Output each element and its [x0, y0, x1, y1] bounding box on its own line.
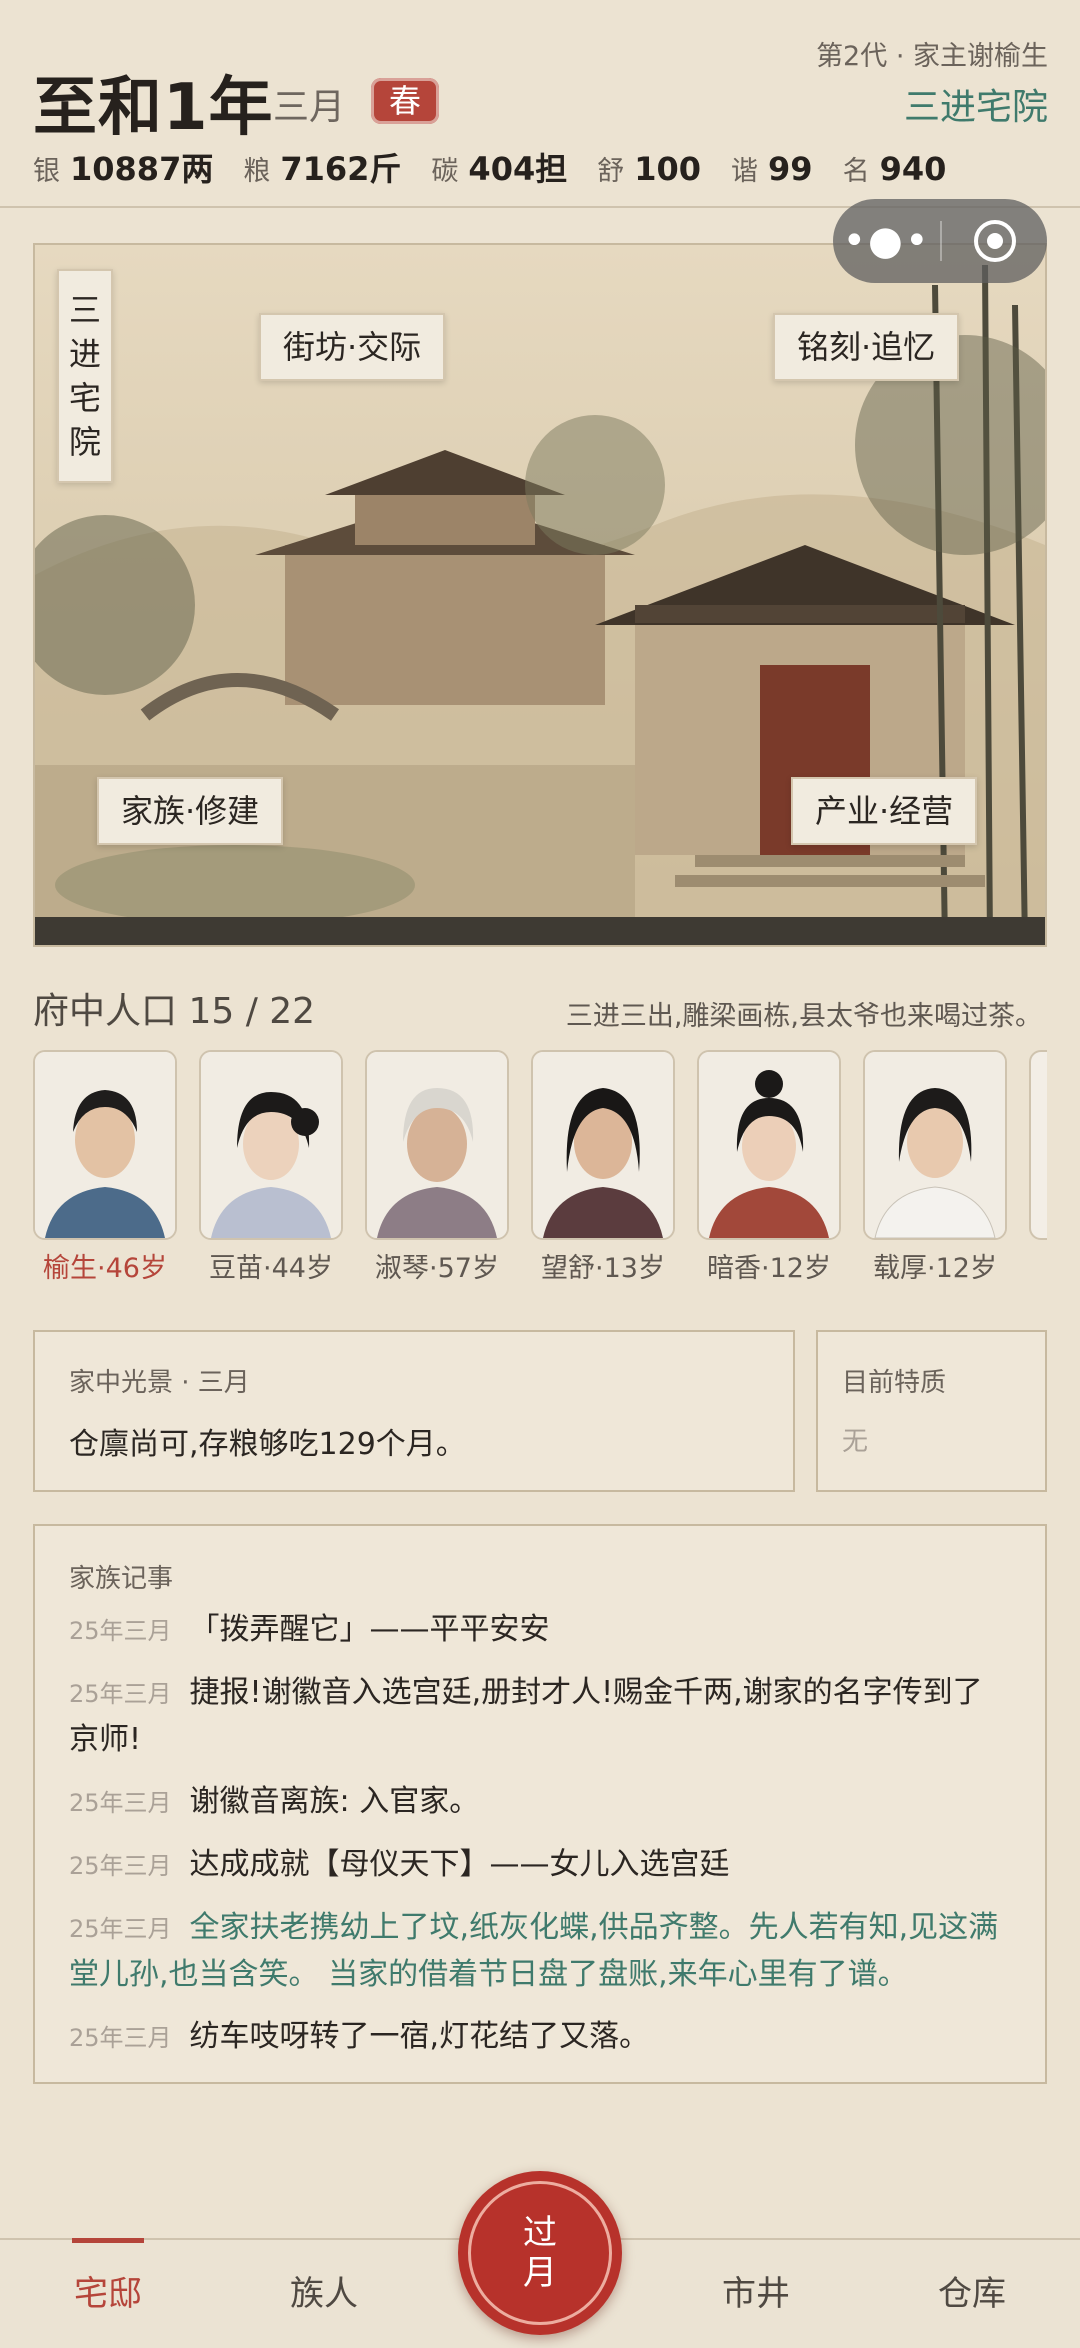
nav-clan[interactable]: 族人	[244, 2240, 404, 2348]
stat-key: 名	[842, 156, 870, 187]
nav-storage[interactable]: 仓库	[892, 2240, 1052, 2348]
avatar	[697, 1050, 841, 1240]
scene-residence-label: 三 进 宅 院	[57, 269, 113, 483]
log-text: 全家扶老携幼上了坟,纸灰化蝶,供品齐整。先人若有知,见这满堂儿孙,也当含笑。 当…	[69, 1910, 999, 1992]
residence-link[interactable]: 三进宅院	[904, 78, 1048, 130]
log-text: 捷报!谢徽音入选宫廷,册封才人!赐金千两,谢家的名字传到了京师!	[69, 1675, 983, 1757]
log-date: 25年三月	[69, 1617, 172, 1645]
generation-label: 第2代 · 家主谢榆生	[816, 41, 1048, 72]
family-log-list: 25年三月 「拨弄醒它」——平平安安 25年三月 捷报!谢徽音入选宫廷,册封才人!赐…	[69, 1607, 1011, 2061]
more-dots-icon[interactable]: •●•	[833, 199, 940, 283]
home-status-text: 仓廪尚可,存粮够吃129个月。	[69, 1427, 466, 1462]
resource-stats: 银 10887两 粮 7162斤 碳 404担 舒 100 谐 99 名 940	[33, 144, 976, 190]
tag-industry-manage[interactable]: 产业·经营	[791, 777, 978, 845]
avatar	[531, 1050, 675, 1240]
log-entry: 25年三月 纺车吱呀转了一宿,灯花结了又落。	[69, 2014, 1011, 2061]
log-text: 达成成就【母仪天下】——女儿入选宫廷	[189, 1847, 730, 1882]
estate-scene: 三 进 宅 院 街坊·交际 铭刻·追忆 家族·修建 产业·经营	[33, 243, 1047, 947]
member-list: 榆生·46岁 豆苗·44岁 淑琴·57岁 望舒·13岁 暗香·12岁 载厚·12…	[33, 1050, 1047, 1290]
population-description: 三进三出,雕梁画栋,县太爷也来喝过茶。	[565, 1001, 1042, 1032]
tag-family-build[interactable]: 家族·修建	[97, 777, 284, 845]
vertical-char: 院	[68, 423, 101, 461]
member-card[interactable]: 望舒·13岁	[531, 1050, 675, 1285]
stat-comfort: 舒 100	[597, 149, 701, 188]
avatar	[1029, 1050, 1047, 1240]
month-label: 三月	[273, 87, 346, 128]
stat-harmony: 谐 99	[731, 149, 813, 188]
nav-home[interactable]: 宅邸	[28, 2238, 188, 2348]
avatar	[33, 1050, 177, 1240]
log-date: 25年三月	[69, 1680, 172, 1708]
stat-key: 谐	[731, 156, 759, 187]
vertical-char: 三	[68, 291, 101, 329]
stat-silver: 银 10887两	[33, 144, 213, 190]
log-entry: 25年三月 谢徽音离族: 入官家。	[69, 1779, 1011, 1826]
stat-charcoal: 碳 404担	[431, 144, 567, 190]
member-card[interactable]: 淑琴·57岁	[365, 1050, 509, 1285]
stat-grain: 粮 7162斤	[243, 144, 401, 190]
home-status-panel: 家中光景 · 三月 仓廪尚可,存粮够吃129个月。	[33, 1330, 795, 1492]
family-log-label: 家族记事	[69, 1564, 174, 1594]
log-entry: 25年三月 捷报!谢徽音入选宫廷,册封才人!赐金千两,谢家的名字传到了京师!	[69, 1670, 1011, 1763]
log-date: 25年三月	[69, 1915, 172, 1943]
avatar	[365, 1050, 509, 1240]
miniprogram-capsule: •●•	[833, 199, 1047, 283]
log-date: 25年三月	[69, 1852, 172, 1880]
log-date: 25年三月	[69, 2024, 172, 2052]
log-entry: 25年三月 全家扶老携幼上了坟,纸灰化蝶,供品齐整。先人若有知,见这满堂儿孙,也当…	[69, 1905, 1011, 1998]
avatar	[199, 1050, 343, 1240]
header: 至和1年 三月 春 第2代 · 家主谢榆生 三进宅院 银 10887两 粮 7162…	[0, 0, 1080, 208]
trait-value: 无	[842, 1427, 869, 1457]
stat-fame: 名 940	[843, 149, 947, 188]
next-month-label-bottom: 月	[523, 2253, 557, 2293]
log-date: 25年三月	[69, 1789, 172, 1817]
stat-key: 粮	[243, 156, 271, 187]
next-month-button[interactable]: 过 月	[458, 2171, 622, 2335]
stat-value: 7162斤	[280, 150, 402, 188]
stat-value: 404担	[468, 150, 568, 188]
member-name: 淑琴·57岁	[375, 1253, 499, 1284]
member-card[interactable]: 载厚·12岁	[863, 1050, 1007, 1285]
vertical-char: 进	[68, 335, 101, 373]
year-title: 至和1年	[33, 71, 274, 145]
member-name: 豆苗·44岁	[209, 1253, 333, 1284]
next-month-label-top: 过	[523, 2213, 557, 2253]
stat-key: 银	[33, 156, 60, 187]
member-name: 榆生·46岁	[43, 1253, 167, 1284]
next-month-ring: 过 月	[468, 2181, 612, 2325]
family-log-panel: 家族记事 25年三月 「拨弄醒它」——平平安安 25年三月 捷报!谢徽音入选宫廷,册…	[33, 1524, 1047, 2084]
home-status-label: 家中光景 · 三月	[69, 1368, 250, 1398]
log-text: 「拨弄醒它」——平平安安	[189, 1612, 550, 1647]
member-name: 望舒·13岁	[541, 1253, 665, 1284]
trait-panel: 目前特质 无	[816, 1330, 1047, 1492]
log-entry: 25年三月 达成成就【母仪天下】——女儿入选宫廷	[69, 1842, 1011, 1889]
target-icon[interactable]	[942, 218, 1047, 264]
member-card[interactable]: 暗香·12岁	[697, 1050, 841, 1285]
member-name: 暗香·12岁	[707, 1253, 831, 1284]
log-text: 谢徽音离族: 入官家。	[189, 1784, 480, 1819]
season-badge: 春	[371, 78, 439, 124]
vertical-char: 宅	[68, 379, 101, 417]
stat-value: 100	[634, 150, 702, 188]
stat-value: 10887两	[70, 150, 214, 188]
trait-label: 目前特质	[842, 1368, 947, 1398]
member-card[interactable]: 豆苗·44岁	[199, 1050, 343, 1285]
stat-value: 940	[879, 150, 947, 188]
member-name: 载厚·12岁	[873, 1253, 997, 1284]
population-title: 府中人口 15 / 22	[33, 991, 316, 1032]
tag-street-social[interactable]: 街坊·交际	[259, 313, 446, 381]
stat-key: 碳	[431, 156, 459, 187]
nav-market[interactable]: 市井	[676, 2240, 836, 2348]
log-entry: 25年三月 「拨弄醒它」——平平安安	[69, 1607, 1011, 1654]
log-text: 纺车吱呀转了一宿,灯花结了又落。	[189, 2019, 650, 2054]
stat-value: 99	[768, 150, 813, 188]
tag-engrave-memory[interactable]: 铭刻·追忆	[773, 313, 960, 381]
stat-key: 舒	[597, 156, 625, 187]
member-card[interactable]	[1029, 1050, 1047, 1240]
avatar	[863, 1050, 1007, 1240]
member-card[interactable]: 榆生·46岁	[33, 1050, 177, 1285]
